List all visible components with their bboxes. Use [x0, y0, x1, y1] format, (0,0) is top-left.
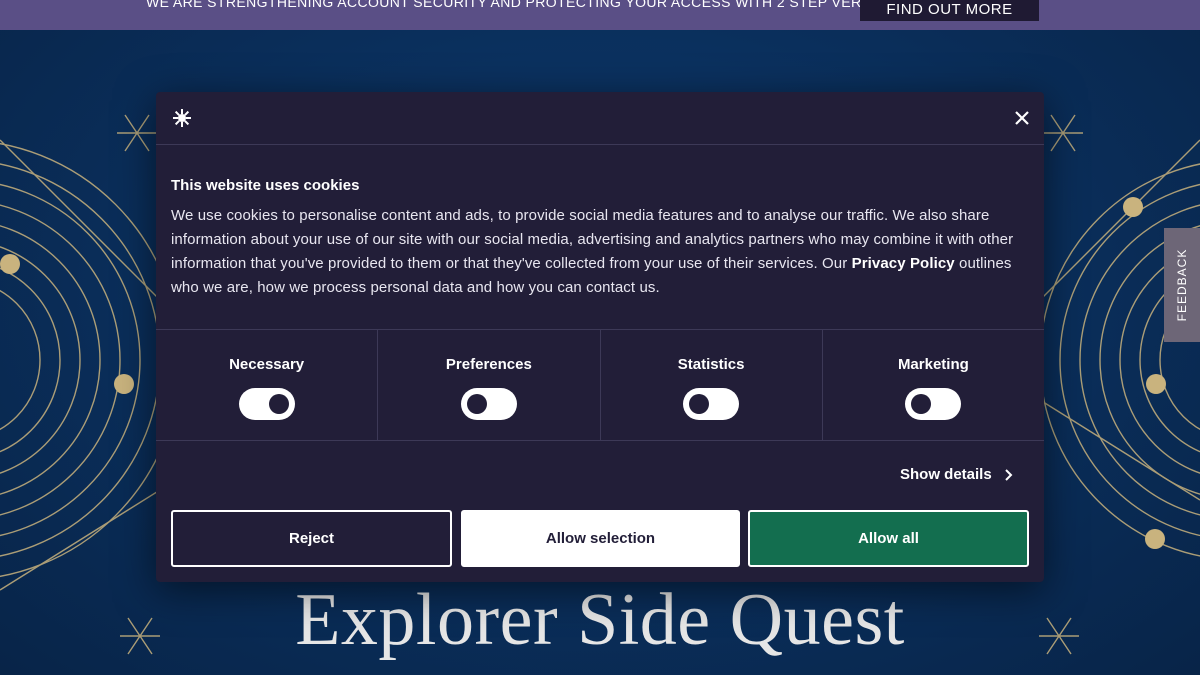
- category-label: Preferences: [445, 356, 532, 373]
- chevron-right-icon: [1004, 468, 1013, 481]
- category-label: Statistics: [677, 356, 745, 373]
- preferences-toggle[interactable]: [460, 388, 517, 420]
- close-icon: [1015, 111, 1029, 125]
- cookiebot-logo-icon: [172, 108, 192, 128]
- category-marketing: Marketing: [823, 330, 1044, 440]
- dialog-heading: This website uses cookies: [171, 177, 360, 194]
- hero-title: Explorer Side Quest: [295, 579, 905, 661]
- toggle-knob: [268, 394, 289, 414]
- category-necessary: Necessary: [156, 330, 379, 440]
- category-statistics: Statistics: [601, 330, 823, 440]
- dialog-body-text: We use cookies to personalise content an…: [171, 204, 1033, 300]
- cookie-consent-dialog: This website uses cookies We use cookies…: [156, 92, 1044, 582]
- statistics-toggle[interactable]: [683, 388, 740, 420]
- allow-all-button[interactable]: Allow all: [748, 510, 1029, 567]
- privacy-policy-link[interactable]: Privacy Policy: [852, 255, 955, 272]
- consent-categories: Necessary Preferences Statistics Marketi…: [156, 329, 1044, 441]
- toggle-knob: [466, 394, 487, 414]
- category-label: Necessary: [229, 356, 305, 373]
- close-button[interactable]: [1008, 104, 1036, 132]
- banner-text: WE ARE STRENGTHENING ACCOUNT SECURITY AN…: [146, 0, 938, 10]
- show-details-label: Show details: [900, 466, 992, 483]
- find-out-more-button[interactable]: FIND OUT MORE: [860, 0, 1039, 21]
- allow-selection-button[interactable]: Allow selection: [461, 510, 740, 567]
- category-label: Marketing: [897, 356, 969, 373]
- feedback-tab[interactable]: FEEDBACK: [1164, 228, 1200, 342]
- announcement-banner: WE ARE STRENGTHENING ACCOUNT SECURITY AN…: [0, 0, 1200, 30]
- feedback-label: FEEDBACK: [1175, 248, 1189, 322]
- show-details-button[interactable]: Show details: [900, 466, 1014, 483]
- marketing-toggle[interactable]: [905, 388, 962, 420]
- dialog-header: [156, 92, 1044, 145]
- category-preferences: Preferences: [378, 330, 601, 440]
- reject-button[interactable]: Reject: [171, 510, 452, 567]
- toggle-knob: [689, 394, 710, 414]
- necessary-toggle[interactable]: [238, 388, 295, 420]
- toggle-knob: [911, 394, 932, 414]
